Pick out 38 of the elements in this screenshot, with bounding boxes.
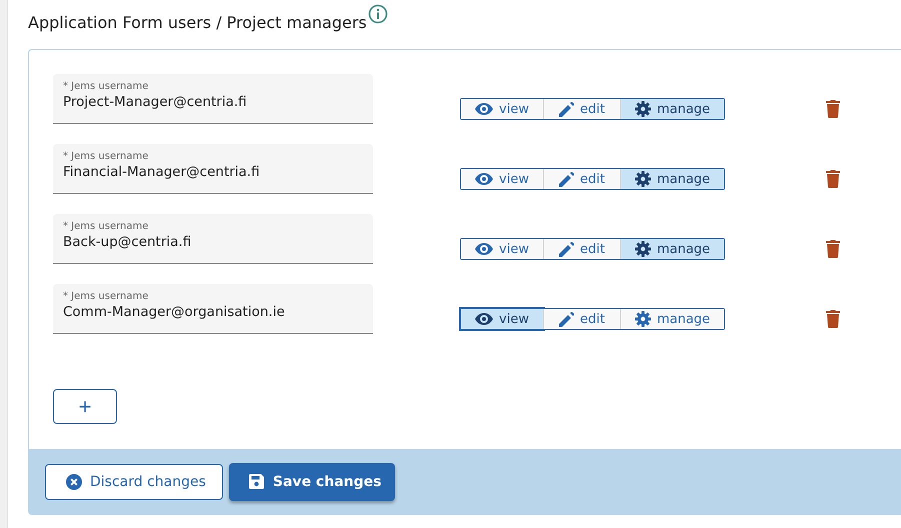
permission-toggle[interactable]: view <box>461 309 543 329</box>
pencil-icon <box>559 312 574 326</box>
eye-icon <box>475 103 494 115</box>
section-title: Application Form users / Project managers <box>28 13 367 32</box>
eye-icon <box>475 313 494 325</box>
trash-icon[interactable] <box>826 100 840 118</box>
eye-icon <box>475 173 494 185</box>
permission-toggle[interactable]: manage <box>620 309 724 329</box>
permission-toggle[interactable]: view <box>461 169 543 189</box>
pencil-icon <box>559 102 574 116</box>
permission-toggle[interactable]: manage <box>620 169 724 189</box>
info-icon[interactable] <box>368 4 388 24</box>
permission-toggle[interactable]: edit <box>543 169 620 189</box>
gear-icon <box>634 311 651 327</box>
trash-icon[interactable] <box>826 240 840 258</box>
permission-toggle[interactable]: edit <box>543 309 620 329</box>
eye-icon <box>475 243 494 255</box>
permission-toggle[interactable]: manage <box>620 99 724 119</box>
username-field[interactable]: * Jems username Project-Manager@centria.fi <box>53 74 373 124</box>
permission-toggle[interactable]: view <box>461 239 543 259</box>
permission-toggle[interactable]: view <box>461 99 543 119</box>
gear-icon <box>634 101 651 117</box>
permission-toggle[interactable]: edit <box>543 99 620 119</box>
permission-toggle[interactable]: manage <box>620 239 724 259</box>
trash-icon[interactable] <box>826 310 840 328</box>
username-field[interactable]: * Jems username Comm-Manager@organisation.ie <box>53 284 373 334</box>
trash-icon[interactable] <box>826 170 840 188</box>
close-icon <box>66 474 82 490</box>
pencil-icon <box>559 242 574 256</box>
discard-button[interactable]: Discard changes <box>45 464 223 500</box>
username-field[interactable]: * Jems username Back-up@centria.fi <box>53 214 373 264</box>
save-button[interactable]: Save changes <box>228 462 396 500</box>
username-field[interactable]: * Jems username Financial-Manager@centria.fi <box>53 144 373 194</box>
gear-icon <box>634 171 651 187</box>
permission-toggle[interactable]: edit <box>543 239 620 259</box>
add-button[interactable]: + <box>53 389 117 424</box>
pencil-icon <box>559 172 574 186</box>
gear-icon <box>634 241 651 257</box>
